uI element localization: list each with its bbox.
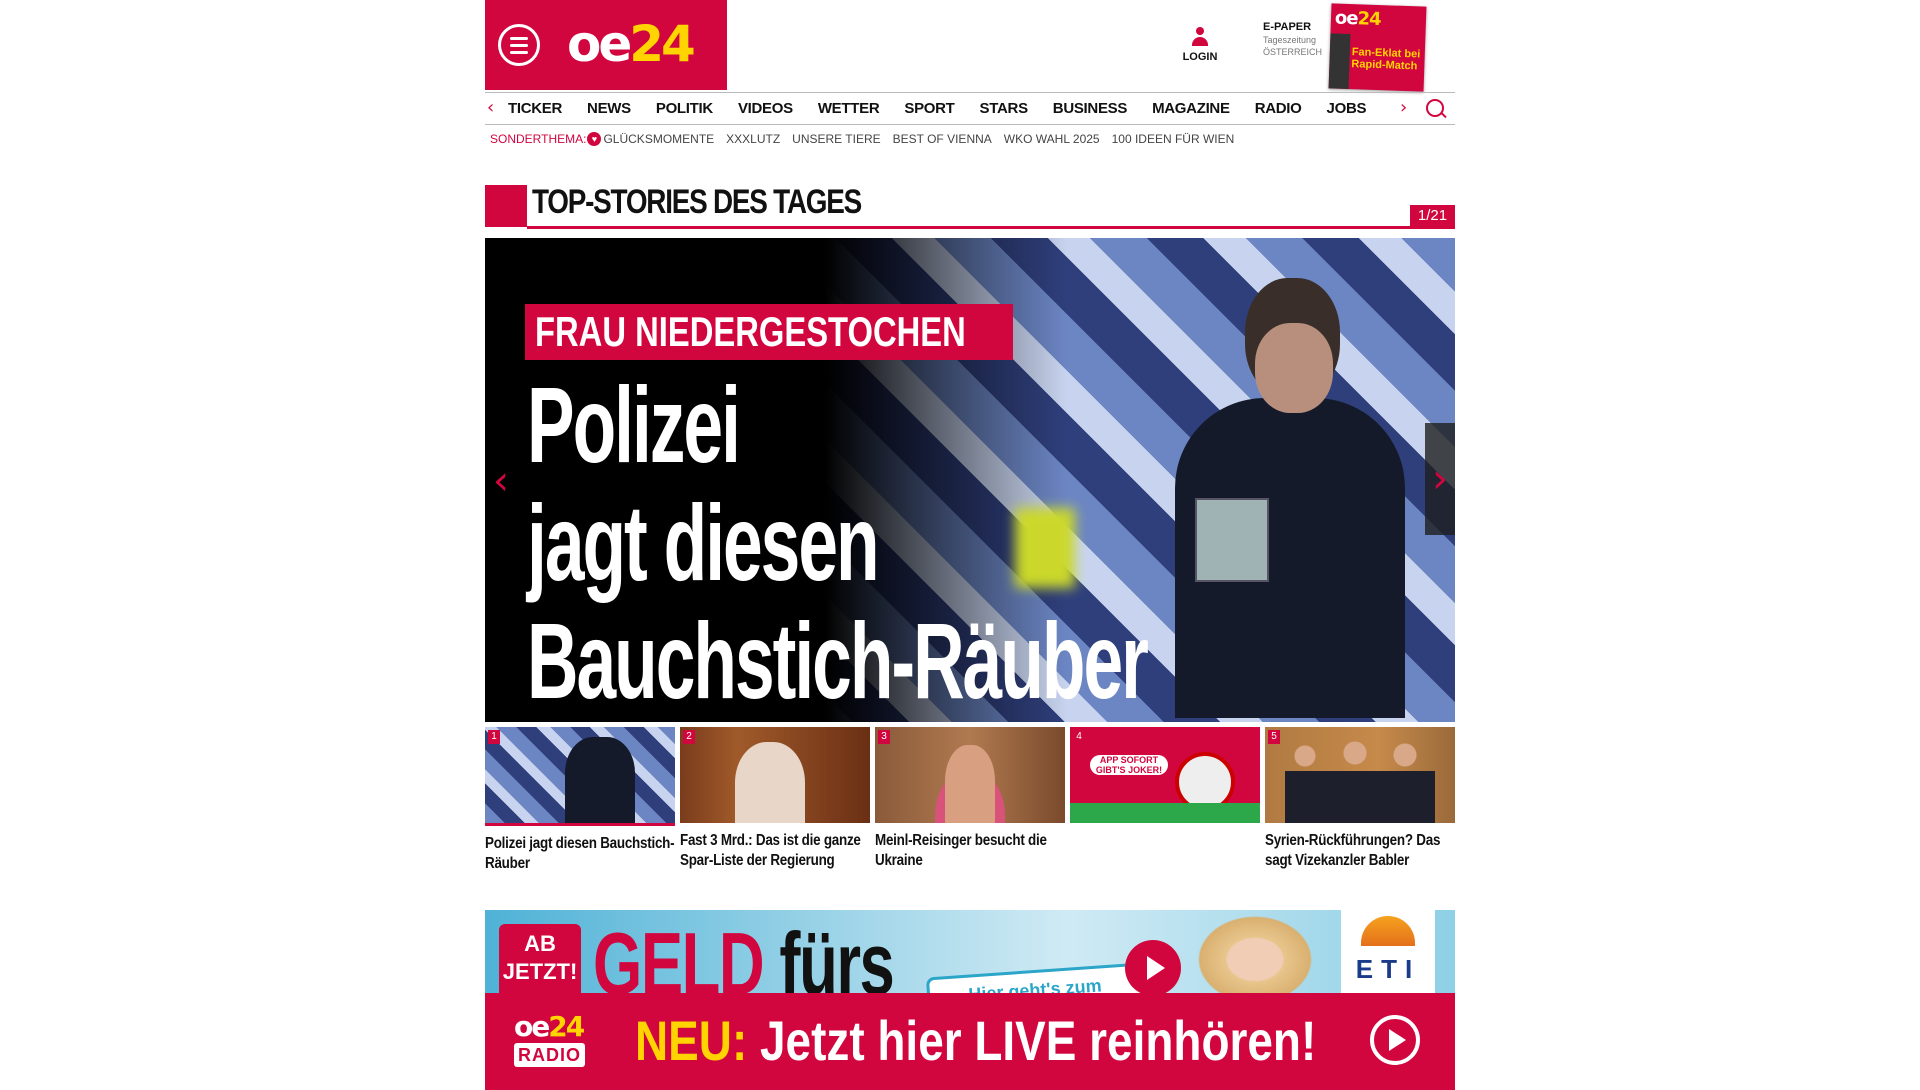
story-thumbnails: 1 Polizei jagt diesen Bauchstich-Räuber … — [485, 727, 1455, 877]
hero-suspect-figure — [1175, 278, 1405, 718]
hero-headline[interactable]: Polizei jagt diesen Bauchstich-Räuber — [527, 366, 1149, 720]
heart-icon: ♥ — [587, 132, 602, 146]
subnav-item-xxxlutz[interactable]: XXXLUTZ — [726, 132, 780, 146]
nav-item-wetter[interactable]: WETTER — [818, 100, 880, 117]
hero-prev-arrow-icon[interactable]: ‹ — [493, 458, 509, 504]
subnav-item-best-of-vienna[interactable]: BEST OF VIENNA — [893, 132, 992, 146]
search-icon[interactable] — [1426, 99, 1444, 117]
thumb-image: 1 — [485, 727, 675, 826]
page: oe24 LOGIN E-PAPER Tageszeitung ÖSTERREI… — [485, 0, 1455, 1090]
nav-prev-chevron-icon[interactable]: ‹ — [487, 97, 494, 118]
thumb-image: 5 — [1265, 727, 1455, 823]
thumb-caption: Meinl-Reisinger besucht die Ukraine — [875, 832, 1047, 869]
advertisement-banner[interactable]: AB JETZT! GELD fürs Hier geht's zum ETI — [485, 910, 1455, 1000]
oe24-radio-logo: oe24 RADIO — [514, 1010, 585, 1067]
ad-badge: AB JETZT! — [499, 924, 581, 1000]
logo-box[interactable]: oe24 — [485, 0, 727, 90]
hero-kicker: FRAU NIEDERGESTOCHEN — [525, 304, 1013, 360]
epaper-cover[interactable]: oe24 Fan-Eklat bei Rapid-Match — [1328, 3, 1427, 92]
story-thumb-3[interactable]: 3 Meinl-Reisinger besucht die Ukraine — [875, 727, 1065, 871]
nav-item-business[interactable]: BUSINESS — [1053, 100, 1128, 117]
radio-message: NEU: Jetzt hier LIVE reinhören! — [635, 1009, 1317, 1072]
subnav-item-100-ideen[interactable]: 100 IDEEN FÜR WIEN — [1112, 132, 1235, 146]
nav-item-news[interactable]: NEWS — [587, 100, 631, 117]
epaper-title: E-PAPER — [1263, 21, 1312, 33]
nav-item-videos[interactable]: VIDEOS — [738, 100, 793, 117]
epaper-country: ÖSTERREICH — [1263, 47, 1323, 57]
radio-live-banner[interactable]: oe24 RADIO NEU: Jetzt hier LIVE reinhöre… — [485, 993, 1455, 1090]
nav-item-sport[interactable]: SPORT — [904, 100, 954, 117]
nav-item-politik[interactable]: POLITIK — [656, 100, 713, 117]
subnav-item-wko-wahl[interactable]: WKO WAHL 2025 — [1004, 132, 1100, 146]
thumb-caption: Fast 3 Mrd.: Das ist die ganze Spar-List… — [680, 832, 861, 869]
thumb-ad-text: APP SOFORT GIBT'S JOKER! — [1090, 755, 1168, 775]
nav-item-ticker[interactable]: TICKER — [508, 100, 562, 117]
epaper-cover-logo: oe24 — [1334, 7, 1381, 31]
story-thumb-1[interactable]: 1 Polizei jagt diesen Bauchstich-Räuber — [485, 727, 675, 874]
radio-play-icon[interactable] — [1370, 1015, 1420, 1065]
epaper-cover-photo — [1328, 33, 1351, 90]
ad-image-person — [1190, 910, 1320, 1000]
hero-next-arrow-icon[interactable]: › — [1425, 423, 1455, 535]
user-icon — [1192, 27, 1208, 47]
story-thumb-4[interactable]: 4 APP SOFORT GIBT'S JOKER! — [1070, 727, 1260, 831]
nav-next-chevron-icon[interactable]: › — [1400, 97, 1407, 118]
thumb-image: 2 — [680, 727, 870, 823]
login-label: LOGIN — [1182, 51, 1218, 63]
header: oe24 LOGIN E-PAPER Tageszeitung ÖSTERREI… — [485, 0, 1455, 92]
story-thumb-5[interactable]: 5 Syrien-Rückführungen? Das sagt Vizekan… — [1265, 727, 1455, 871]
story-thumb-2[interactable]: 2 Fast 3 Mrd.: Das ist die ganze Spar-Li… — [680, 727, 870, 871]
thumb-image: 3 — [875, 727, 1065, 823]
top-stories-title: TOP-STORIES DES TAGES — [532, 183, 862, 221]
epaper-cover-headline: Fan-Eklat bei Rapid-Match — [1351, 46, 1421, 73]
thumb-caption: Polizei jagt diesen Bauchstich-Räuber — [485, 835, 675, 872]
slide-counter: 1/21 — [1410, 205, 1455, 227]
subnav-item-unsere-tiere[interactable]: UNSERE TIERE — [792, 132, 880, 146]
sub-nav: SONDERTHEMA: ♥ GLÜCKSMOMENTE XXXLUTZ UNS… — [485, 130, 1246, 148]
menu-icon[interactable] — [498, 24, 540, 66]
oe24-logo[interactable]: oe24 — [567, 14, 696, 74]
nav-item-jobs[interactable]: JOBS — [1327, 100, 1367, 117]
login-button[interactable]: LOGIN — [1170, 27, 1230, 65]
ad-play-icon[interactable] — [1125, 940, 1181, 996]
nav-items: TICKER NEWS POLITIK VIDEOS WETTER SPORT … — [508, 93, 1391, 124]
subnav-item-gluecksmomente[interactable]: GLÜCKSMOMENTE — [603, 132, 714, 146]
heading-rule — [527, 226, 1455, 229]
epaper-subtitle: Tageszeitung — [1263, 35, 1317, 45]
eti-logo: ETI — [1341, 910, 1435, 1000]
hero-slide[interactable]: FRAU NIEDERGESTOCHEN Polizei jagt diesen… — [485, 238, 1455, 722]
thumb-ad-image: 4 APP SOFORT GIBT'S JOKER! — [1070, 727, 1260, 823]
thumb-caption: Syrien-Rückführungen? Das sagt Vizekanzl… — [1265, 832, 1441, 869]
nav-item-radio[interactable]: RADIO — [1255, 100, 1302, 117]
main-nav: ‹ TICKER NEWS POLITIK VIDEOS WETTER SPOR… — [485, 92, 1455, 125]
heading-accent-bar — [485, 185, 527, 227]
special-topic-label: SONDERTHEMA: — [490, 132, 587, 146]
nav-item-magazine[interactable]: MAGAZINE — [1152, 100, 1230, 117]
epaper-link[interactable]: E-PAPER Tageszeitung ÖSTERREICH — [1263, 21, 1333, 57]
top-stories-heading: TOP-STORIES DES TAGES 1/21 — [485, 183, 1455, 229]
nav-item-stars[interactable]: STARS — [980, 100, 1029, 117]
ad-headline: GELD fürs — [593, 914, 895, 1000]
